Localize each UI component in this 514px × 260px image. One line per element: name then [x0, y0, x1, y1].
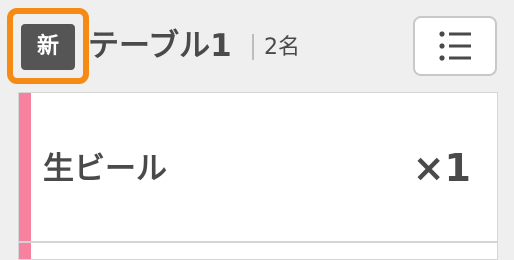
order-item-partial[interactable] — [19, 243, 497, 259]
header-divider — [252, 34, 254, 60]
item-accent-bar — [19, 243, 31, 259]
item-name: 生ビール — [43, 151, 167, 187]
item-quantity: ×1 — [412, 146, 471, 190]
order-item[interactable]: 生ビール ×1 — [19, 93, 497, 243]
guest-count: 2名 — [264, 35, 300, 60]
table-name: テーブル1 — [88, 28, 232, 64]
new-badge-highlight[interactable]: 新 — [7, 8, 89, 84]
menu-button[interactable] — [413, 16, 497, 76]
order-item-list: 生ビール ×1 — [18, 92, 498, 260]
item-accent-bar — [19, 93, 31, 241]
list-icon — [439, 31, 471, 61]
new-badge[interactable]: 新 — [21, 24, 75, 70]
order-header: 新 テーブル1 2名 — [0, 0, 514, 92]
